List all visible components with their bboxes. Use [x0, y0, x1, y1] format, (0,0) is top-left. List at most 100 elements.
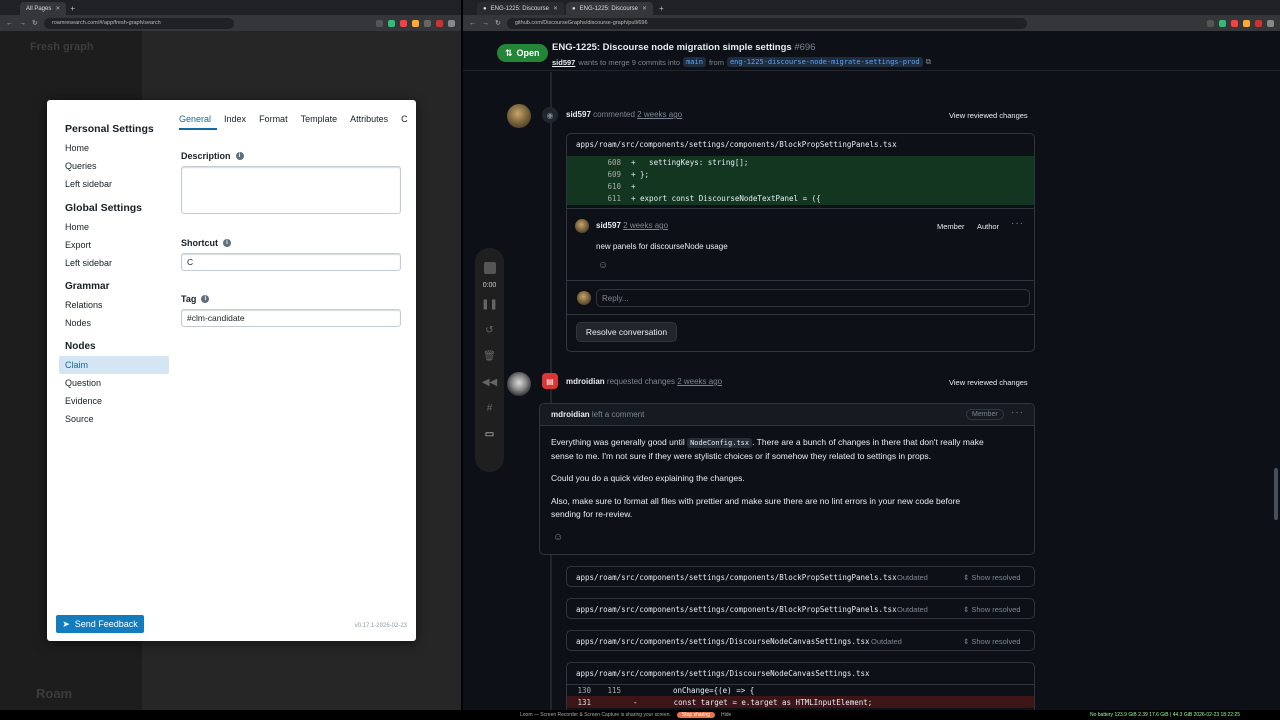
tab-format[interactable]: Format: [259, 114, 294, 130]
tab-attributes[interactable]: Attributes: [350, 114, 394, 130]
tab-canvas[interactable]: C: [401, 114, 414, 130]
nav-item-evidence[interactable]: Evidence: [59, 392, 169, 410]
avatar[interactable]: [575, 219, 589, 233]
profile-icon[interactable]: [1267, 19, 1274, 27]
extension-icon[interactable]: [376, 19, 383, 27]
tab-general[interactable]: General: [179, 114, 218, 130]
view-reviewed-changes-link[interactable]: View reviewed changes: [949, 111, 1028, 120]
extension-icon[interactable]: [412, 19, 419, 27]
stop-recording-button[interactable]: [483, 262, 496, 274]
nav-item-relations[interactable]: Relations: [59, 296, 169, 314]
new-tab-icon[interactable]: +: [70, 4, 75, 15]
tab-index[interactable]: Index: [224, 114, 252, 130]
reload-icon[interactable]: ↻: [32, 19, 38, 27]
resolve-conversation-button[interactable]: Resolve conversation: [576, 322, 677, 342]
nav-item-home[interactable]: Home: [59, 218, 169, 236]
file-path[interactable]: apps/roam/src/components/settings/compon…: [576, 605, 897, 614]
profile-icon[interactable]: [448, 19, 455, 27]
pause-icon[interactable]: ❚❚: [481, 297, 498, 311]
send-feedback-button[interactable]: ➤ Send Feedback: [56, 615, 144, 633]
comment-time[interactable]: 2 weeks ago: [623, 221, 668, 230]
grid-icon[interactable]: #: [483, 401, 497, 415]
pr-status-badge: ⇅ Open: [497, 44, 548, 62]
head-branch[interactable]: eng-1225-discourse-node-migrate-settings…: [726, 57, 923, 67]
extension-icon[interactable]: [1219, 19, 1226, 27]
extension-icon[interactable]: [1243, 19, 1250, 27]
nav-item-question[interactable]: Question: [59, 374, 169, 392]
kebab-menu-icon[interactable]: ···: [1011, 218, 1024, 229]
close-icon[interactable]: ✕: [642, 5, 647, 12]
camera-icon[interactable]: ▭: [483, 427, 497, 441]
file-path[interactable]: apps/roam/src/components/settings/compon…: [576, 140, 897, 149]
restart-icon[interactable]: ↺: [483, 323, 497, 337]
stop-sharing-button[interactable]: Stop sharing: [676, 712, 715, 718]
nav-item-source[interactable]: Source: [59, 410, 169, 428]
trash-icon[interactable]: 🗑: [483, 349, 497, 363]
page-scrollbar-thumb[interactable]: [1274, 468, 1278, 520]
add-reaction-icon[interactable]: ☺: [598, 260, 608, 271]
new-tab-icon[interactable]: +: [659, 4, 664, 15]
nav-item-export[interactable]: Export: [59, 236, 169, 254]
tab-template[interactable]: Template: [301, 114, 344, 130]
event-time[interactable]: 2 weeks ago: [677, 377, 722, 386]
shortcut-input[interactable]: C: [181, 253, 401, 271]
nav-item-home[interactable]: Home: [59, 139, 169, 157]
show-resolved-button[interactable]: ⇕ Show resolved: [963, 573, 1021, 582]
copy-icon[interactable]: ⧉: [926, 57, 931, 67]
nav-item-left-sidebar[interactable]: Left sidebar: [59, 254, 169, 272]
description-textarea[interactable]: [181, 166, 401, 214]
show-resolved-button[interactable]: ⇕ Show resolved: [963, 605, 1021, 614]
extension-icon[interactable]: [388, 19, 395, 27]
forward-icon[interactable]: →: [482, 20, 489, 27]
tab-all-pages[interactable]: All Pages ✕: [20, 2, 67, 15]
nav-item-claim[interactable]: Claim: [59, 356, 169, 374]
comment-author[interactable]: sid597: [596, 221, 621, 230]
url-field[interactable]: roamresearch.com/#/app/fresh-graph/searc…: [43, 17, 234, 29]
close-icon[interactable]: ✕: [553, 5, 558, 12]
extension-icon[interactable]: [400, 19, 407, 27]
hide-button[interactable]: Hide: [721, 712, 731, 718]
tab-pr-1[interactable]: ● ENG-1225: Discourse ✕: [477, 2, 565, 15]
tab-pr-2[interactable]: ● ENG-1225: Discourse ✕: [566, 2, 654, 15]
extension-icon[interactable]: [1231, 19, 1238, 27]
pr-author-link[interactable]: sid597: [552, 58, 575, 67]
forward-icon[interactable]: →: [19, 20, 26, 27]
file-path[interactable]: apps/roam/src/components/settings/Discou…: [576, 669, 870, 678]
info-icon[interactable]: i: [235, 152, 244, 160]
file-path[interactable]: apps/roam/src/components/settings/compon…: [576, 573, 897, 582]
avatar[interactable]: [507, 104, 531, 128]
resolved-thread[interactable]: apps/roam/src/components/settings/compon…: [566, 598, 1035, 619]
url-field[interactable]: github.com/DiscourseGraphs/discourse-gra…: [506, 17, 1027, 29]
nav-item-queries[interactable]: Queries: [59, 157, 169, 175]
extension-icon[interactable]: [1255, 19, 1262, 27]
close-icon[interactable]: ✕: [55, 5, 60, 12]
kebab-menu-icon[interactable]: ···: [1011, 407, 1024, 418]
reply-input[interactable]: Reply...: [596, 289, 1030, 307]
tag-input[interactable]: #clm-candidate: [181, 309, 401, 327]
base-branch[interactable]: main: [683, 57, 706, 67]
rewind-icon[interactable]: ◀◀: [482, 375, 497, 389]
nav-item-nodes[interactable]: Nodes: [59, 314, 169, 332]
info-icon[interactable]: i: [201, 295, 210, 303]
add-reaction-icon[interactable]: ☺: [553, 532, 563, 543]
back-icon[interactable]: ←: [6, 20, 13, 27]
event-author[interactable]: mdroidian: [566, 377, 605, 386]
back-icon[interactable]: ←: [469, 20, 476, 27]
extension-icon[interactable]: [1207, 19, 1214, 27]
resolved-thread[interactable]: apps/roam/src/components/settings/compon…: [566, 566, 1035, 587]
file-path[interactable]: apps/roam/src/components/settings/Discou…: [576, 637, 870, 646]
nav-item-left-sidebar[interactable]: Left sidebar: [59, 175, 169, 193]
resolved-thread[interactable]: apps/roam/src/components/settings/Discou…: [566, 630, 1035, 651]
info-icon[interactable]: i: [223, 239, 231, 247]
event-time[interactable]: 2 weeks ago: [637, 110, 682, 119]
show-resolved-button[interactable]: ⇕ Show resolved: [963, 637, 1021, 646]
extension-icon[interactable]: [424, 19, 431, 27]
view-reviewed-changes-link[interactable]: View reviewed changes: [949, 378, 1028, 387]
reload-icon[interactable]: ↻: [495, 19, 501, 27]
pr-title: ENG-1225: Discourse node migration simpl…: [552, 42, 815, 53]
comment-author[interactable]: mdroidian: [551, 410, 590, 419]
extension-icon[interactable]: [436, 19, 443, 27]
event-author[interactable]: sid597: [566, 110, 591, 119]
outdated-label: Outdated: [897, 573, 928, 582]
avatar[interactable]: [507, 372, 531, 396]
